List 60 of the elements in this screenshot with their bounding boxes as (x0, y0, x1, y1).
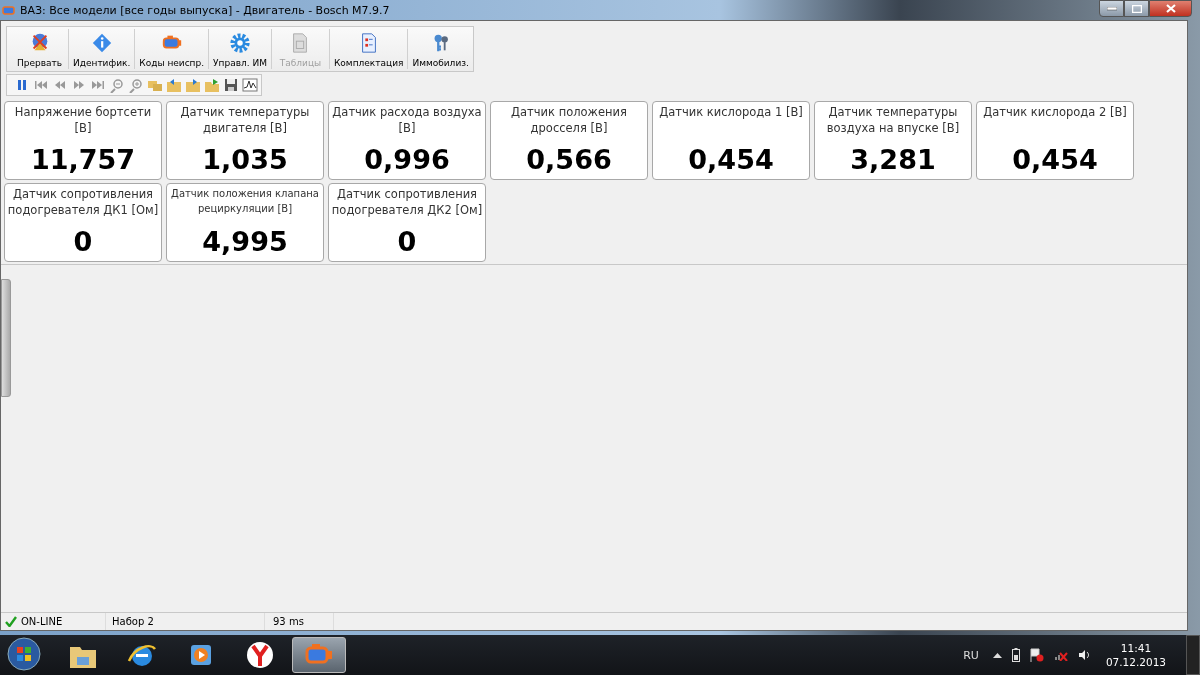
latency-text: 93 ms (273, 616, 304, 627)
toolbar-button[interactable]: Комплектация (329, 29, 409, 69)
gauge-value: 0,454 (688, 144, 774, 176)
graph-icon (242, 77, 258, 93)
gauge-value: 0,996 (364, 144, 450, 176)
gauge-label: Напряжение бортсети [В] (13, 104, 153, 136)
toolbar-button[interactable]: Прервать (11, 29, 69, 69)
speaker-icon (1077, 649, 1090, 661)
flag-icon (1029, 648, 1044, 662)
gauge-label: Датчик температуры воздуха на впуске [В] (825, 104, 961, 136)
zoom-in-icon (128, 77, 144, 93)
folder-icon (204, 77, 220, 93)
window-title: ВАЗ: Все модели [все годы выпуска] - Двигатель - Bosch M7.9.7 (20, 3, 390, 17)
start-button[interactable] (6, 637, 42, 673)
close-button[interactable] (1149, 0, 1192, 17)
toolbar-icon-button[interactable] (242, 77, 258, 93)
clock-date[interactable]: 07.12.2013 (1105, 655, 1166, 669)
gauge-value: 0,566 (526, 144, 612, 176)
gauge-label: Датчик сопротивления подогревателя ДК1 [Ом] (6, 186, 160, 218)
gauge-value: 11,757 (30, 144, 136, 176)
tray-expand-icon (992, 652, 1002, 658)
show-desktop-button[interactable] (1186, 635, 1200, 675)
connection-status: ON-LINE (21, 616, 63, 627)
gauge-label: Датчик кислорода 2 [В] (983, 104, 1127, 120)
minimize-icon (1106, 6, 1117, 11)
toolbar-button[interactable]: Управл. ИМ (209, 29, 272, 69)
maximize-icon (1131, 4, 1142, 13)
zoom-out-icon (109, 77, 125, 93)
gauge-label: Датчик расхода воздуха [В] (331, 104, 483, 136)
close-icon (1165, 4, 1176, 13)
toolbar-button[interactable]: Иммобилиз. (408, 29, 473, 69)
gauge-value: 0 (397, 226, 417, 258)
toolbar-button[interactable]: Коды неиспр. (135, 29, 210, 69)
gauge-label: Датчик сопротивления подогревателя ДК2 [Ом] (330, 186, 484, 218)
info-icon (90, 32, 113, 54)
gauge-label: Датчик температуры двигателя [В] (179, 104, 311, 136)
maximize-button[interactable] (1124, 0, 1149, 17)
gauge-value: 3,281 (850, 144, 936, 176)
gauge-value: 0 (73, 226, 93, 258)
clock-time[interactable]: 11:41 (1120, 641, 1152, 655)
gauge-value: 4,995 (202, 226, 288, 258)
language-indicator[interactable]: RU (963, 648, 979, 662)
gauge-label: Датчик положения дросселя [В] (510, 104, 628, 136)
engine-icon (2, 5, 16, 15)
folder-icon (166, 77, 182, 93)
gauge-value: 0,454 (1012, 144, 1098, 176)
gauge-label: Датчик положения клапана рециркуляции [В] (170, 187, 320, 216)
status-text: Набор 2 (112, 616, 154, 627)
minimize-button[interactable] (1099, 0, 1124, 17)
battery-icon (1011, 648, 1020, 662)
windows-logo-icon (7, 637, 41, 671)
save-icon (223, 77, 239, 93)
folder-icon (185, 77, 201, 93)
toolbar-icon-button[interactable] (223, 77, 239, 93)
gear-icon (229, 32, 251, 54)
panel-handle[interactable] (1, 279, 11, 397)
gauge-value: 1,035 (202, 144, 288, 176)
browser-icon (244, 639, 276, 671)
toolbar-button[interactable]: Идентифик. (69, 29, 136, 69)
gauge-label: Датчик кислорода 1 [В] (659, 104, 803, 120)
